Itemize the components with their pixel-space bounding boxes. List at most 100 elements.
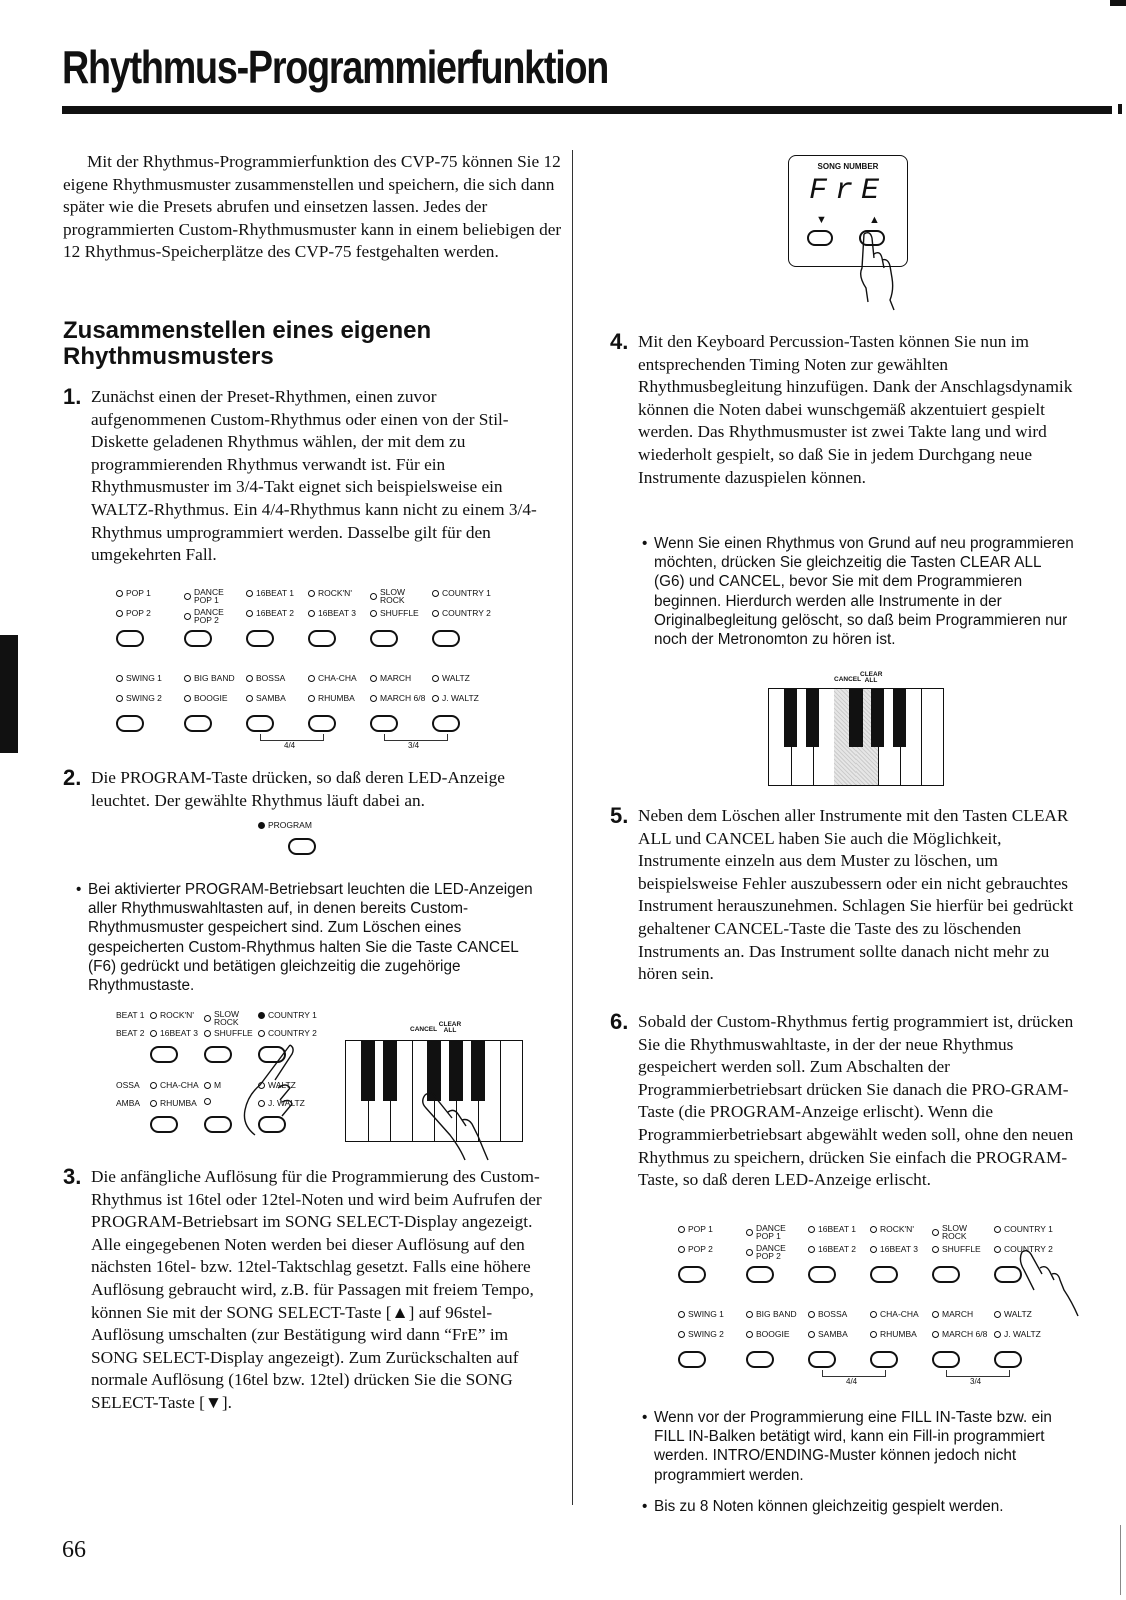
- section-tab-marker: [0, 635, 18, 753]
- rhythm-name: RHUMBA: [160, 1098, 197, 1108]
- led-icon: [308, 694, 315, 702]
- step-4: 4. Mit den Keyboard Percussion-Tasten kö…: [610, 329, 1080, 489]
- song-down-button[interactable]: [807, 230, 833, 246]
- rhythm-led-label: CHA-CHA: [308, 673, 357, 683]
- led-icon: [370, 609, 377, 617]
- rhythm-select-button[interactable]: [184, 630, 212, 647]
- rhythm-name-cropped: BEAT 2: [116, 1028, 145, 1038]
- rhythm-name: SLOW ROCK: [942, 1223, 968, 1241]
- rhythm-select-button[interactable]: [678, 1351, 706, 1368]
- led-icon: [994, 1310, 1001, 1318]
- rhythm-name: SHUFFLE: [214, 1028, 253, 1038]
- rhythm-led-label: [204, 1098, 214, 1105]
- rhythm-select-button[interactable]: [116, 630, 144, 647]
- rhythm-select-button[interactable]: [432, 715, 460, 732]
- rhythm-led-label: POP 1: [116, 588, 151, 598]
- rhythm-name: BOOGIE: [756, 1329, 790, 1339]
- rhythm-select-button[interactable]: [150, 1116, 178, 1133]
- step-text: Neben dem Löschen aller Instrumente mit …: [638, 806, 1074, 984]
- note-clear-all: • Wenn Sie einen Rhythmus von Grund auf …: [642, 534, 1074, 649]
- rhythm-select-button[interactable]: [246, 630, 274, 647]
- rhythm-led-label: MARCH 6/8: [370, 693, 425, 703]
- rhythm-select-button[interactable]: [150, 1046, 178, 1063]
- rhythm-select-button[interactable]: [808, 1351, 836, 1368]
- rhythm-name: 16BEAT 3: [318, 608, 356, 618]
- led-icon: [746, 1330, 753, 1338]
- rhythm-led-label: 16BEAT 3: [308, 608, 356, 618]
- rhythm-led-label: ROCK'N': [150, 1010, 194, 1020]
- led-icon: [116, 609, 123, 617]
- rhythm-select-button[interactable]: [746, 1266, 774, 1283]
- crop-mark: [1110, 0, 1126, 6]
- rhythm-select-button[interactable]: [370, 715, 398, 732]
- rhythm-select-button[interactable]: [870, 1266, 898, 1283]
- program-led-label: PROGRAM: [258, 820, 312, 830]
- program-button-group: PROGRAM: [258, 820, 348, 860]
- led-icon: [432, 609, 439, 617]
- rhythm-select-button[interactable]: [870, 1351, 898, 1368]
- step-number: 1.: [63, 384, 82, 409]
- program-button[interactable]: [288, 838, 316, 855]
- rhythm-led-label: WALTZ: [432, 673, 470, 683]
- rhythm-select-button[interactable]: [746, 1351, 774, 1368]
- rhythm-select-button[interactable]: [932, 1351, 960, 1368]
- rhythm-select-button[interactable]: [370, 630, 398, 647]
- rhythm-select-button[interactable]: [808, 1266, 836, 1283]
- rhythm-led-label: CHA-CHA: [150, 1080, 199, 1090]
- rhythm-select-button[interactable]: [932, 1266, 960, 1283]
- rhythm-led-label: SAMBA: [246, 693, 286, 703]
- rhythm-name: BOSSA: [818, 1309, 848, 1319]
- rhythm-name: MARCH: [942, 1309, 974, 1319]
- rhythm-name: J. WALTZ: [1004, 1329, 1041, 1339]
- group-bracket: [822, 1370, 886, 1377]
- rhythm-name: SWING 2: [688, 1329, 724, 1339]
- led-icon: [246, 694, 253, 702]
- rhythm-name: MARCH 6/8: [942, 1329, 988, 1339]
- step-number: 2.: [63, 765, 82, 790]
- song-lcd-readout: FrE: [808, 174, 887, 208]
- led-icon: [204, 1014, 211, 1022]
- black-key: [383, 1041, 397, 1101]
- led-icon: [370, 592, 377, 600]
- black-key: [805, 689, 820, 747]
- page-number: 66: [62, 1537, 86, 1563]
- bullet: •: [642, 1409, 648, 1426]
- rhythm-select-button[interactable]: [246, 715, 274, 732]
- rhythm-select-button[interactable]: [116, 715, 144, 732]
- rhythm-select-button[interactable]: [678, 1266, 706, 1283]
- rhythm-name: MARCH: [380, 673, 412, 683]
- step-6: 6. Sobald der Custom-Rhythmus fertig pro…: [610, 1009, 1080, 1192]
- led-icon: [308, 609, 315, 617]
- step-number: 4.: [610, 329, 629, 354]
- rhythm-name: SWING 1: [688, 1309, 724, 1319]
- rhythm-select-button[interactable]: [432, 630, 460, 647]
- rhythm-name: SWING 1: [126, 673, 162, 683]
- down-arrow-icon: ▼: [816, 214, 827, 226]
- bullet: •: [642, 535, 648, 552]
- rhythm-name: BOSSA: [256, 673, 286, 683]
- rhythm-name: DANCE POP 1: [756, 1223, 786, 1241]
- led-icon: [246, 674, 253, 682]
- led-icon: [870, 1330, 877, 1338]
- rhythm-select-button[interactable]: [184, 715, 212, 732]
- led-icon: [870, 1310, 877, 1318]
- rhythm-select-button[interactable]: [308, 630, 336, 647]
- rhythm-name: RHUMBA: [318, 693, 355, 703]
- rhythm-select-button[interactable]: [994, 1351, 1022, 1368]
- step-3: 3. Die anfängliche Auflösung für die Pro…: [63, 1164, 553, 1415]
- rhythm-led-label: BOOGIE: [184, 693, 228, 703]
- led-icon: [746, 1228, 753, 1236]
- rhythm-name: 16BEAT 3: [880, 1244, 918, 1254]
- led-icon: [184, 592, 191, 600]
- rhythm-name: DANCE POP 2: [194, 607, 224, 625]
- rhythm-select-button[interactable]: [994, 1266, 1022, 1283]
- note-fill-in: • Wenn vor der Programmierung eine FILL …: [642, 1408, 1074, 1485]
- rhythm-led-label: BOSSA: [808, 1309, 847, 1319]
- rhythm-select-button[interactable]: [308, 715, 336, 732]
- rhythm-name: COUNTRY 2: [268, 1028, 317, 1038]
- title-rule-tick: [1118, 104, 1122, 114]
- rhythm-led-label: DANCE POP 1: [746, 1224, 786, 1240]
- led-icon: [808, 1245, 815, 1253]
- led-icon: [370, 694, 377, 702]
- bullet: •: [76, 881, 82, 898]
